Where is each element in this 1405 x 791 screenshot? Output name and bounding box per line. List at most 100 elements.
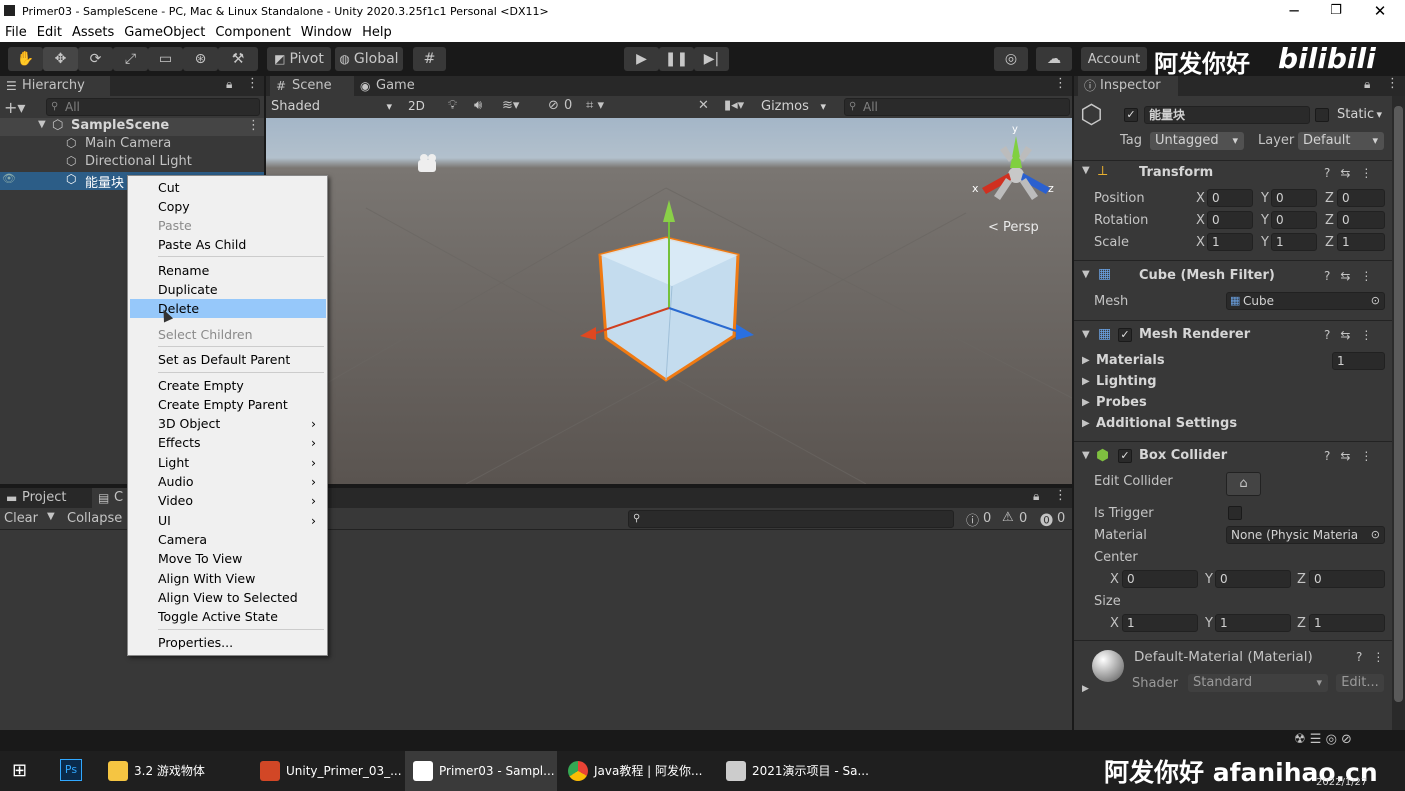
rotate-tool-icon[interactable]: ⟳: [78, 47, 113, 71]
context-menu-item-light[interactable]: Light ›: [130, 453, 326, 472]
lighting-foldout[interactable]: Lighting: [1096, 374, 1157, 389]
hidden-objects-icon[interactable]: ⊘: [548, 98, 559, 113]
context-menu-item-camera[interactable]: Camera: [130, 530, 326, 549]
tab-scene[interactable]: # Scene: [270, 76, 354, 96]
status-icons[interactable]: ☢ ☰ ◎ ⊘: [1294, 732, 1352, 747]
context-menu-item-copy[interactable]: Copy: [130, 197, 326, 216]
menu-window[interactable]: Window: [296, 25, 357, 40]
center-z-field[interactable]: 0: [1309, 570, 1385, 588]
active-checkbox[interactable]: ✓: [1124, 108, 1138, 122]
mesh-field[interactable]: ▦ Cube ⊙: [1226, 292, 1385, 310]
minimize-button[interactable]: ─: [1272, 0, 1316, 22]
context-menu-item-properties[interactable]: Properties...: [130, 633, 326, 652]
hierarchy-item[interactable]: ⬡ Main Camera: [0, 136, 264, 154]
context-menu-item-move-to-view[interactable]: Move To View: [130, 549, 326, 568]
component-help-icons[interactable]: ?⇆⋮: [1324, 166, 1382, 180]
menu-help[interactable]: Help: [357, 25, 397, 40]
scene-search-input[interactable]: ⚲ All: [844, 98, 1070, 116]
kebab-menu-icon[interactable]: ⋮: [246, 76, 259, 91]
edit-shader-button[interactable]: Edit...: [1336, 674, 1384, 692]
tag-dropdown[interactable]: Untagged: [1150, 132, 1244, 150]
camera-settings-icon[interactable]: ▮◂▾: [724, 98, 744, 113]
object-picker-icon[interactable]: ⊙: [1371, 293, 1380, 309]
taskbar-item-folder[interactable]: 3.2 游戏物体: [100, 751, 248, 791]
pause-button[interactable]: ❚❚: [659, 47, 694, 71]
expand-arrow-icon[interactable]: ▶: [1082, 684, 1089, 694]
collapse-button[interactable]: Collapse: [67, 511, 122, 526]
component-help-icons[interactable]: ?⇆⋮: [1324, 449, 1382, 463]
error-count-icon[interactable]: ⓿: [1040, 510, 1053, 529]
scene-kebab-icon[interactable]: ⋮: [247, 118, 260, 133]
expand-arrow-icon[interactable]: ▶: [1082, 376, 1090, 387]
clear-button[interactable]: Clear: [4, 511, 38, 526]
layer-dropdown[interactable]: Default: [1298, 132, 1384, 150]
inspector-scrollbar[interactable]: [1392, 96, 1405, 730]
visibility-eye-icon[interactable]: 👁︎: [2, 172, 16, 185]
tab-hierarchy[interactable]: ☰ Hierarchy: [0, 76, 110, 96]
collapse-arrow-icon[interactable]: ▼: [1082, 269, 1090, 280]
tools-icon[interactable]: ✕: [698, 98, 709, 113]
add-object-button[interactable]: +▾: [4, 98, 25, 117]
play-button[interactable]: ▶: [624, 47, 659, 71]
taskbar-item-chrome[interactable]: Java教程 | 阿发你...: [560, 751, 716, 791]
menu-edit[interactable]: Edit: [32, 25, 67, 40]
warning-count-icon[interactable]: ⚠: [1002, 510, 1014, 525]
account-button[interactable]: Account: [1081, 47, 1147, 71]
close-button[interactable]: ✕: [1358, 0, 1402, 22]
collab-icon[interactable]: ◎: [994, 47, 1028, 71]
kebab-menu-icon[interactable]: ⋮: [1054, 488, 1067, 503]
audio-toggle-icon[interactable]: 🔊︎: [474, 98, 482, 113]
object-name-input[interactable]: 能量块: [1144, 106, 1310, 124]
context-menu-item-align-view-to-selected[interactable]: Align View to Selected: [130, 588, 326, 607]
materials-foldout[interactable]: Materials: [1096, 353, 1165, 368]
rotation-z-field[interactable]: 0: [1337, 211, 1385, 229]
custom-tool-icon[interactable]: ⚒: [218, 47, 258, 71]
size-y-field[interactable]: 1: [1215, 614, 1291, 632]
gizmos-dropdown[interactable]: Gizmos: [756, 98, 832, 116]
object-picker-icon[interactable]: ⊙: [1370, 527, 1380, 543]
taskbar-item-powerpoint[interactable]: Unity_Primer_03_...: [252, 751, 402, 791]
collapse-arrow-icon[interactable]: ▼: [1082, 165, 1090, 176]
step-button[interactable]: ▶|: [694, 47, 729, 71]
rotation-x-field[interactable]: 0: [1207, 211, 1253, 229]
context-menu-item-rename[interactable]: Rename: [130, 261, 326, 280]
menu-component[interactable]: Component: [210, 25, 295, 40]
global-toggle[interactable]: ◍ Global: [335, 47, 403, 71]
taskbar-item-unity[interactable]: Primer03 - Sampl...: [405, 751, 557, 791]
tab-inspector[interactable]: ⓘ Inspector: [1078, 76, 1178, 96]
physic-material-field[interactable]: None (Physic Materia ⊙: [1226, 526, 1385, 544]
transform-tool-icon[interactable]: ⊛: [183, 47, 218, 71]
size-x-field[interactable]: 1: [1122, 614, 1198, 632]
context-menu-item-create-empty[interactable]: Create Empty: [130, 376, 326, 395]
center-y-field[interactable]: 0: [1215, 570, 1291, 588]
move-tool-icon[interactable]: ✥: [43, 47, 78, 71]
scene-viewport[interactable]: x z y < Persp: [266, 118, 1072, 484]
context-menu-item-audio[interactable]: Audio ›: [130, 472, 326, 491]
hand-tool-icon[interactable]: ✋: [8, 47, 43, 71]
component-help-icons[interactable]: ?⇆⋮: [1324, 328, 1382, 342]
tab-game[interactable]: ◉ Game: [354, 76, 434, 96]
edit-collider-button[interactable]: ⌂: [1226, 472, 1261, 496]
scene-kebab-icon[interactable]: ⋮: [1054, 76, 1067, 91]
additional-settings-foldout[interactable]: Additional Settings: [1096, 416, 1237, 431]
box-collider-checkbox[interactable]: ✓: [1118, 449, 1132, 463]
context-menu-item-effects[interactable]: Effects ›: [130, 433, 326, 452]
context-menu-item-delete[interactable]: Delete: [130, 299, 326, 318]
scale-tool-icon[interactable]: ⤢: [113, 47, 148, 71]
context-menu-item-create-empty-parent[interactable]: Create Empty Parent: [130, 395, 326, 414]
material-help-icons[interactable]: ?⋮: [1356, 650, 1394, 664]
menu-gameobject[interactable]: GameObject: [119, 25, 210, 40]
toggle-2d-button[interactable]: 2D: [408, 99, 425, 113]
tab-project[interactable]: ▬ Project: [0, 488, 88, 508]
scale-y-field[interactable]: 1: [1271, 233, 1317, 251]
context-menu-item-paste-as-child[interactable]: Paste As Child: [130, 235, 326, 254]
context-menu-item-cut[interactable]: Cut: [130, 178, 326, 197]
grid-toggle-icon[interactable]: ⌗ ▾: [586, 98, 604, 113]
taskbar-item-unityhub[interactable]: 2021演示项目 - Sa...: [718, 751, 878, 791]
effects-toggle-icon[interactable]: ≋▾: [502, 98, 519, 113]
expand-arrow-icon[interactable]: ▶: [1082, 397, 1090, 408]
static-checkbox[interactable]: [1315, 108, 1329, 122]
hierarchy-item[interactable]: ⬡ Directional Light: [0, 154, 264, 172]
photoshop-icon[interactable]: Ps: [60, 759, 82, 781]
scale-z-field[interactable]: 1: [1337, 233, 1385, 251]
